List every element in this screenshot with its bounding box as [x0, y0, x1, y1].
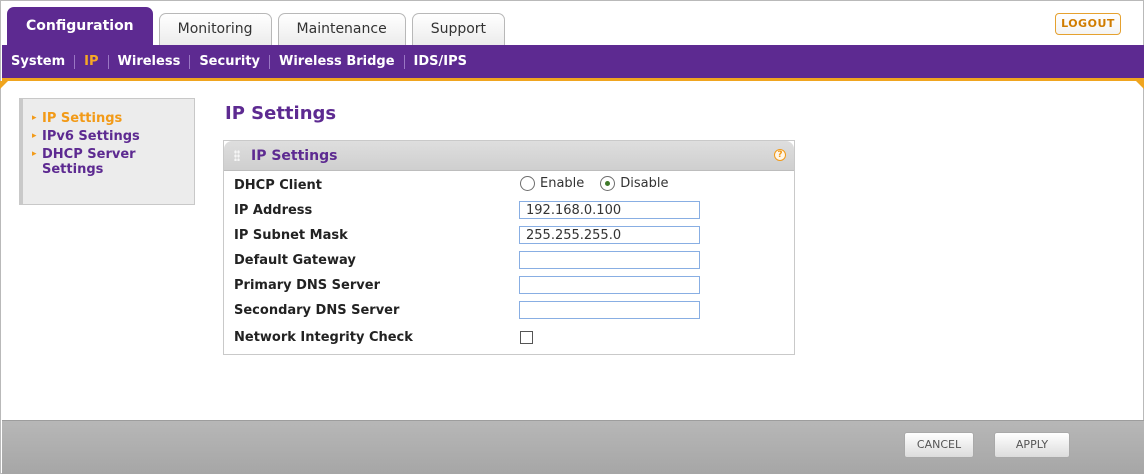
subnav-security[interactable]: Security [199, 54, 260, 69]
sidebar-item-ip-settings[interactable]: ▸ IP Settings [32, 111, 194, 126]
subnav-system[interactable]: System [11, 54, 65, 69]
ip-address-input[interactable] [519, 201, 700, 219]
dhcp-enable-label: Enable [540, 176, 585, 191]
default-gateway-input[interactable] [519, 251, 700, 269]
main-tabs: Configuration Monitoring Maintenance Sup… [7, 7, 511, 45]
subnet-mask-label: IP Subnet Mask [234, 228, 348, 243]
sidebar-item-label: IP Settings [42, 111, 123, 126]
action-bar: CANCEL APPLY [2, 420, 1144, 474]
sidebar-item-label: IPv6 Settings [42, 129, 140, 144]
tab-configuration[interactable]: Configuration [7, 7, 153, 45]
chevron-right-icon: ▸ [32, 113, 37, 123]
secondary-dns-input[interactable] [519, 301, 700, 319]
subnav-divider [107, 54, 109, 69]
dhcp-enable-radio[interactable] [520, 176, 535, 191]
cancel-button[interactable]: CANCEL [904, 432, 974, 458]
panel-header: IP Settings ? [224, 141, 794, 171]
drag-handle-icon [234, 150, 240, 161]
sub-navigation: System IP Wireless Security Wireless Bri… [2, 45, 1144, 81]
subnav-wireless[interactable]: Wireless [118, 54, 181, 69]
dhcp-client-radio-group: Enable Disable [520, 176, 685, 191]
left-sidebar: ▸ IP Settings ▸ IPv6 Settings ▸ DHCP Ser… [19, 98, 195, 205]
subnav-divider [74, 54, 76, 69]
subnav-divider [189, 54, 191, 69]
dhcp-disable-radio[interactable] [600, 176, 616, 191]
primary-dns-input[interactable] [519, 276, 700, 294]
tab-monitoring[interactable]: Monitoring [158, 13, 272, 45]
orange-corner-right [1136, 81, 1144, 89]
subnav-divider [403, 54, 405, 69]
default-gateway-label: Default Gateway [234, 253, 356, 268]
subnav-ip[interactable]: IP [84, 54, 98, 69]
ip-address-label: IP Address [234, 203, 313, 218]
apply-button[interactable]: APPLY [994, 432, 1070, 458]
network-integrity-label: Network Integrity Check [234, 330, 413, 345]
dhcp-disable-label: Disable [620, 176, 669, 191]
ip-settings-panel: IP Settings ? DHCP Client Enable Disable… [223, 140, 795, 355]
dhcp-client-label: DHCP Client [234, 178, 323, 193]
chevron-right-icon: ▸ [32, 149, 37, 159]
help-icon[interactable]: ? [774, 149, 786, 161]
subnav-wireless-bridge[interactable]: Wireless Bridge [279, 54, 395, 69]
page-title: IP Settings [225, 103, 337, 124]
router-admin-window: Configuration Monitoring Maintenance Sup… [0, 0, 1144, 474]
network-integrity-checkbox[interactable] [520, 331, 533, 344]
subnet-mask-input[interactable] [519, 226, 700, 244]
sidebar-item-ipv6-settings[interactable]: ▸ IPv6 Settings [32, 129, 194, 144]
subnav-ids-ips[interactable]: IDS/IPS [414, 54, 467, 69]
panel-title: IP Settings [251, 148, 338, 164]
sidebar-item-dhcp-server-settings[interactable]: ▸ DHCP Server Settings [32, 147, 194, 177]
logout-button[interactable]: LOGOUT [1055, 13, 1121, 35]
tab-maintenance[interactable]: Maintenance [277, 13, 406, 45]
primary-dns-label: Primary DNS Server [234, 278, 380, 293]
orange-corner-left [0, 81, 8, 89]
chevron-right-icon: ▸ [32, 131, 37, 141]
tab-support[interactable]: Support [411, 13, 506, 45]
secondary-dns-label: Secondary DNS Server [234, 303, 400, 318]
subnav-divider [269, 54, 271, 69]
sidebar-item-label: DHCP Server Settings [42, 147, 136, 177]
